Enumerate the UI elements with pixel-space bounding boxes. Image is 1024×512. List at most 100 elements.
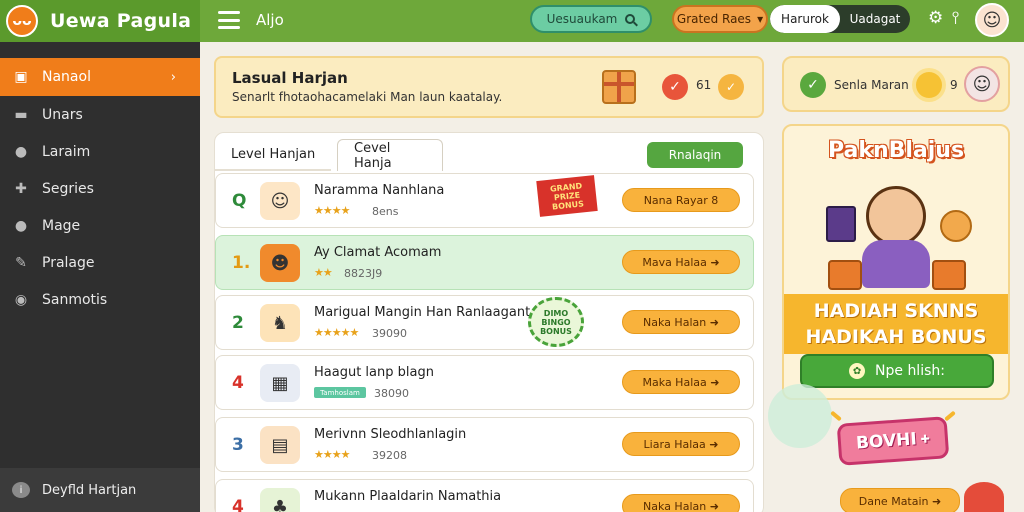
row-thumbnail-icon: ▤ <box>260 426 300 464</box>
row-thumbnail-icon: ♣ <box>260 488 300 512</box>
sidebar-item-2[interactable]: ● Laraim <box>0 133 200 170</box>
promo-title: PaknBlajus <box>827 138 965 163</box>
menu-icon[interactable] <box>218 11 240 29</box>
row-rank: 2 <box>232 313 244 333</box>
stats-count: 9 <box>950 78 958 92</box>
list-item: 3 ▤ Merivnn Sleodhlanlagin ★★★★ 39208 Liara H… <box>215 417 754 472</box>
row-action-button[interactable]: Naka Halan ➜ <box>622 310 740 334</box>
gear-icon[interactable]: ⚙ <box>928 8 943 28</box>
promo-button-label: Npe hlish: <box>875 363 945 379</box>
boy-illustration <box>866 186 926 246</box>
user-avatar[interactable]: ☺ <box>975 3 1009 37</box>
level-panel: Level Hanjan Cevel Hanja Rnalaqin Q ☺ Nara… <box>214 132 764 512</box>
sidebar-item-label: Pralage <box>42 254 95 271</box>
gift-box-icon[interactable] <box>602 70 636 104</box>
bonus-button[interactable]: BOVHI ✚ <box>836 416 950 466</box>
row-action-button[interactable]: Naka Halan ➜ <box>622 494 740 512</box>
rating-stars: ★★★★ <box>314 204 350 217</box>
row-action-button[interactable]: Mava Halaa ➜ <box>622 250 740 274</box>
row-title: Merivnn Sleodhlanlagin <box>314 427 467 442</box>
row-rank: Q <box>232 191 247 211</box>
home-icon: ▣ <box>14 69 28 85</box>
rating-stars: ★★★★★ <box>314 326 359 339</box>
promo-card: PaknBlajus HADIAH SKNNS HADIKAH BONUS ✿ … <box>782 124 1010 400</box>
promo-button[interactable]: ✿ Npe hlish: <box>800 354 994 388</box>
row-score: 8ens <box>372 205 399 218</box>
sidebar-item-label: Laraim <box>42 143 91 160</box>
settings-icon: ◉ <box>14 291 28 308</box>
prize-badge: GRAND PRIZE BONUS <box>536 175 598 217</box>
stats-label: Senla Maran <box>834 78 909 92</box>
list-item: 4 ♣ Mukann Plaaldarin Namathia Naka Halan ➜ <box>215 479 754 512</box>
banner-count: 61 <box>696 78 712 92</box>
pin-icon[interactable]: ⫯ <box>952 8 959 28</box>
sidebar-footer-label: Deyfld Hartjan <box>42 482 137 498</box>
person-icon: ● <box>14 217 28 234</box>
fox-icon <box>940 210 972 242</box>
sidebar-item-label: Segries <box>42 180 94 197</box>
row-score: 38090 <box>374 387 409 400</box>
check-badge-icon: ✓ <box>662 74 688 100</box>
sidebar-item-6[interactable]: ◉ Sanmotis <box>0 281 200 318</box>
row-title: Haagut lanp blagn <box>314 365 434 380</box>
sidebar-item-label: Unars <box>42 106 83 123</box>
sidebar-item-label: Sanmotis <box>42 291 108 308</box>
brand[interactable]: ᴗᴗ Uewa Pagula <box>0 0 200 42</box>
user-icon: ● <box>14 143 28 160</box>
row-title: Mukann Plaaldarin Namathia <box>314 489 502 504</box>
row-rank: 3 <box>232 435 244 455</box>
rating-stars: ★★★★ <box>314 448 350 461</box>
tab-level-hanjan[interactable]: Level Hanjan <box>215 139 332 171</box>
sidebar-footer[interactable]: i Deyfld Hartjan <box>0 468 200 512</box>
search-button[interactable]: Uesuaukam <box>530 5 652 33</box>
top-header: ᴗᴗ Uewa Pagula Aljo Uesuaukam Grated Rae… <box>0 0 1024 42</box>
sidebar-item-4[interactable]: ● Mage <box>0 207 200 244</box>
row-action-button[interactable]: Maka Halaa ➜ <box>622 370 740 394</box>
category-tag: Tamhoslam <box>314 387 366 398</box>
decor-bubble <box>768 384 832 448</box>
grand-prize-dropdown[interactable]: Grated Raes ▾ <box>672 5 768 33</box>
sidebar: ▣ Nanaol › ▬ Unars ● Laraim ✚ Segries ● Mage ✎ Prala… <box>0 42 200 512</box>
row-thumbnail-icon: ▦ <box>260 364 300 402</box>
row-title: Marigual Mangin Han Ranlaagant <box>314 305 531 320</box>
bottom-action-button[interactable]: Dane Matain ➜ <box>840 488 960 512</box>
sidebar-item-label: Nanaol <box>42 69 91 85</box>
sidebar-item-label: Mage <box>42 217 81 234</box>
row-score: 39090 <box>372 327 407 340</box>
list-item: 1. ☻ Ay Clamat Acomam ★★ 8823J9 Mava Halaa ➜ <box>215 235 754 290</box>
search-label: Uesuaukam <box>546 12 618 26</box>
banner-subtitle: Senarlt fhotaohacamelaki Man laun kaatal… <box>232 90 503 104</box>
segment-option-0[interactable]: Harurok <box>770 5 840 33</box>
segment-option-1[interactable]: Uadagat <box>840 5 910 33</box>
banner-title: Lasual Harjan <box>232 69 348 87</box>
sidebar-item-5[interactable]: ✎ Pralage <box>0 244 200 281</box>
rating-stars: ★★ <box>314 266 333 279</box>
gamepad-icon: ✚ <box>15 180 27 197</box>
boy-body <box>862 240 930 288</box>
sidebar-item-1[interactable]: ▬ Unars <box>0 96 200 133</box>
decor-blob <box>964 482 1004 512</box>
grand-prize-label: Grated Raes <box>676 12 752 26</box>
promo-line-2: HADIKAH BONUS <box>805 326 987 348</box>
book-icon <box>826 206 856 242</box>
flower-icon: ✿ <box>849 363 866 379</box>
sidebar-item-3[interactable]: ✚ Segries <box>0 170 200 207</box>
sidebar-item-0[interactable]: ▣ Nanaol › <box>0 58 200 96</box>
row-score: 8823J9 <box>344 267 383 280</box>
check-icon: ✓ <box>800 72 826 98</box>
plus-icon: ✚ <box>920 431 931 446</box>
bonus-ray <box>944 410 956 422</box>
coin-icon[interactable]: ✓ <box>718 74 744 100</box>
row-thumbnail-icon: ☻ <box>260 244 300 282</box>
row-title: Naramma Nanhlana <box>314 183 445 198</box>
tab-cevel-hanja[interactable]: Cevel Hanja <box>337 139 443 171</box>
stats-card: ✓ Senla Maran 9 ☺ <box>782 56 1010 112</box>
app-name: Uewa Pagula <box>50 10 192 32</box>
bonus-seal: DIMO BINGO BONUS <box>528 297 584 347</box>
row-action-button[interactable]: Liara Halaa ➜ <box>622 432 740 456</box>
row-thumbnail-icon: ☺ <box>260 182 300 220</box>
chevron-right-icon: › <box>170 69 176 85</box>
folder-icon: ▬ <box>14 106 28 123</box>
apply-button[interactable]: Rnalaqin <box>647 142 743 168</box>
row-action-button[interactable]: Nana Rayar 8 <box>622 188 740 212</box>
